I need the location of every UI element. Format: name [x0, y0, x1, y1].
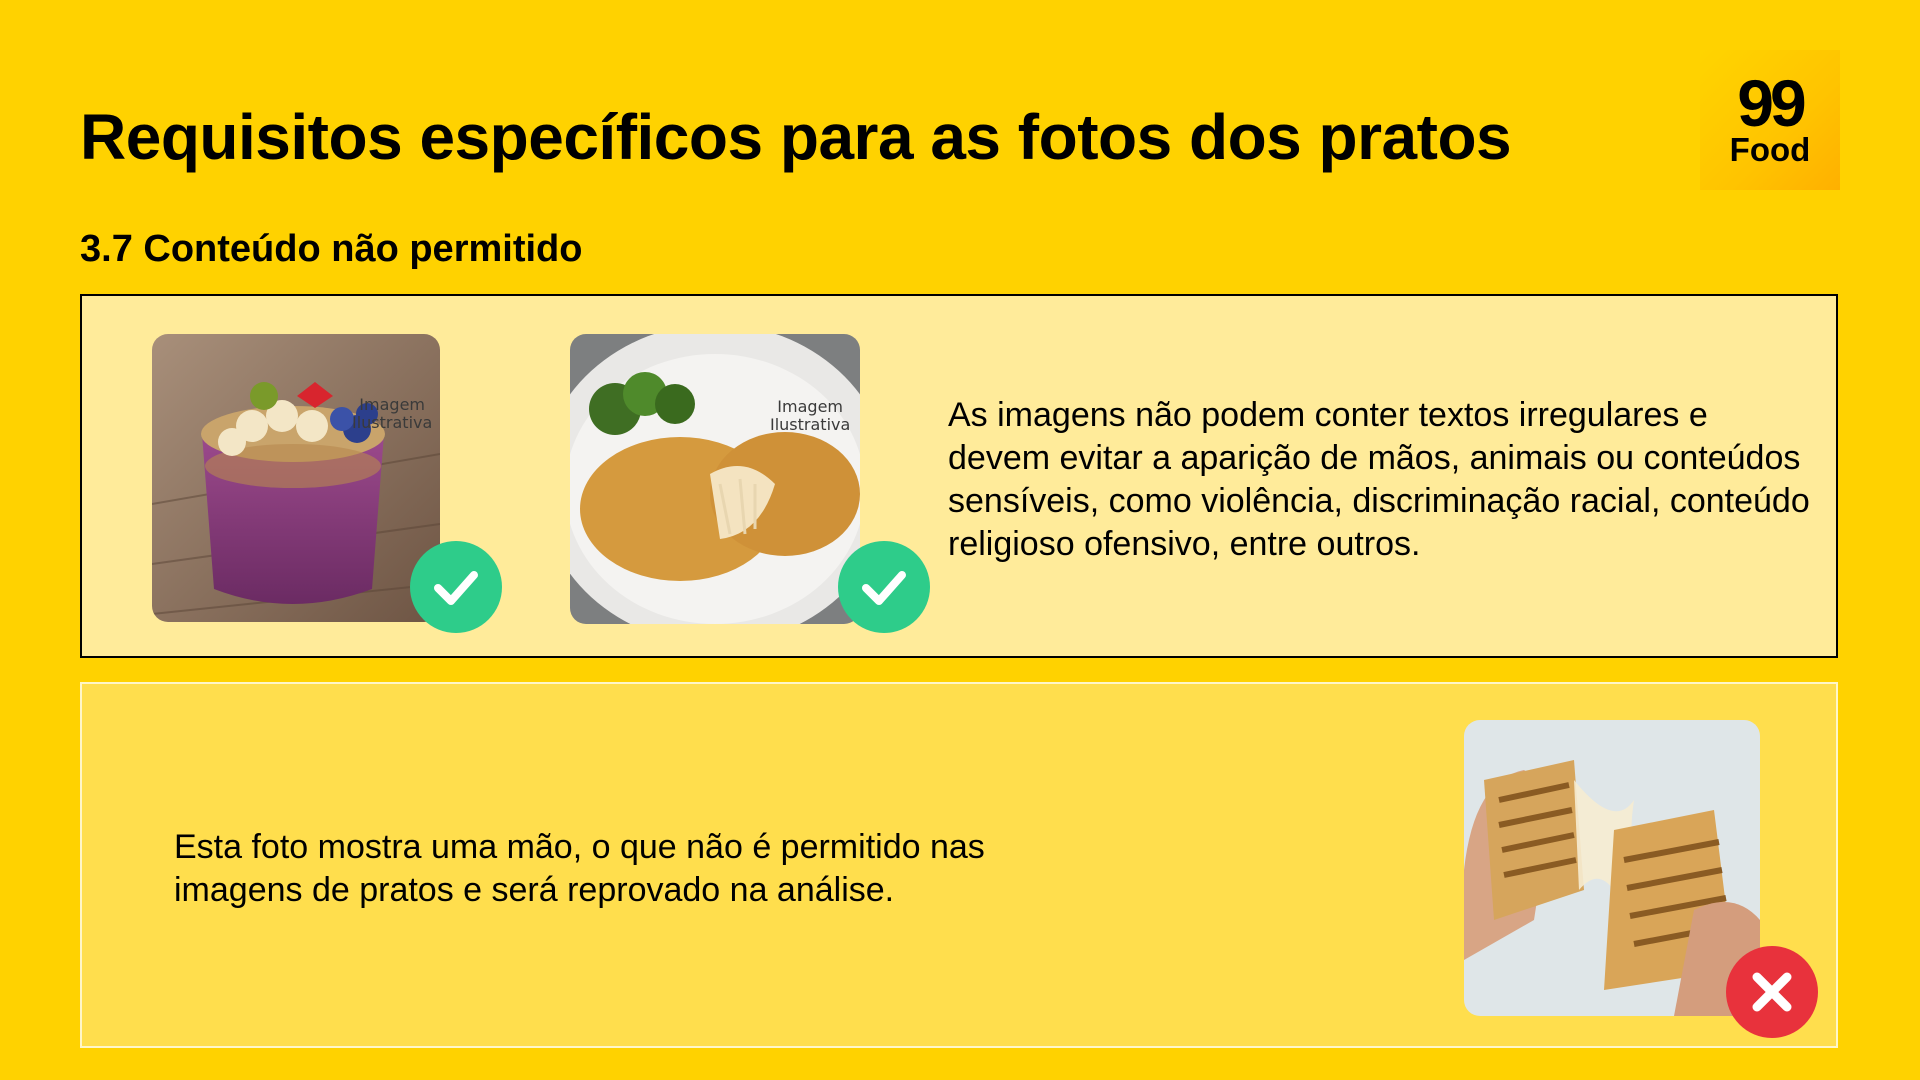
- logo-number: 99: [1737, 66, 1806, 140]
- check-icon: [434, 571, 478, 605]
- hands-sandwich-photo: [1464, 720, 1760, 1016]
- acai-bowl-photo: Imagem Ilustrativa: [152, 334, 440, 622]
- allowed-examples-panel: Imagem Ilustrativa Imagem Ilustrativa As…: [80, 294, 1838, 658]
- x-icon: [1752, 972, 1792, 1012]
- allowed-description: As imagens não podem conter textos irreg…: [948, 396, 1810, 563]
- approved-badge: [410, 541, 502, 633]
- chicken-cordon-bleu-photo: Imagem Ilustrativa: [570, 334, 860, 624]
- image-watermark: Imagem Ilustrativa: [352, 395, 433, 432]
- rejected-badge: [1726, 946, 1818, 1038]
- brand-logo: 99 Food: [1700, 50, 1840, 190]
- logo-word: Food: [1729, 131, 1811, 168]
- rejected-example-panel: Esta foto mostra uma mão, o que não é pe…: [80, 682, 1838, 1048]
- section-heading: 3.7 Conteúdo não permitido: [80, 228, 583, 270]
- page-title: Requisitos específicos para as fotos dos…: [80, 101, 1512, 173]
- approved-badge: [838, 541, 930, 633]
- rejected-description: Esta foto mostra uma mão, o que não é pe…: [174, 828, 985, 909]
- image-watermark: Imagem Ilustrativa: [770, 397, 851, 434]
- check-icon: [862, 571, 906, 605]
